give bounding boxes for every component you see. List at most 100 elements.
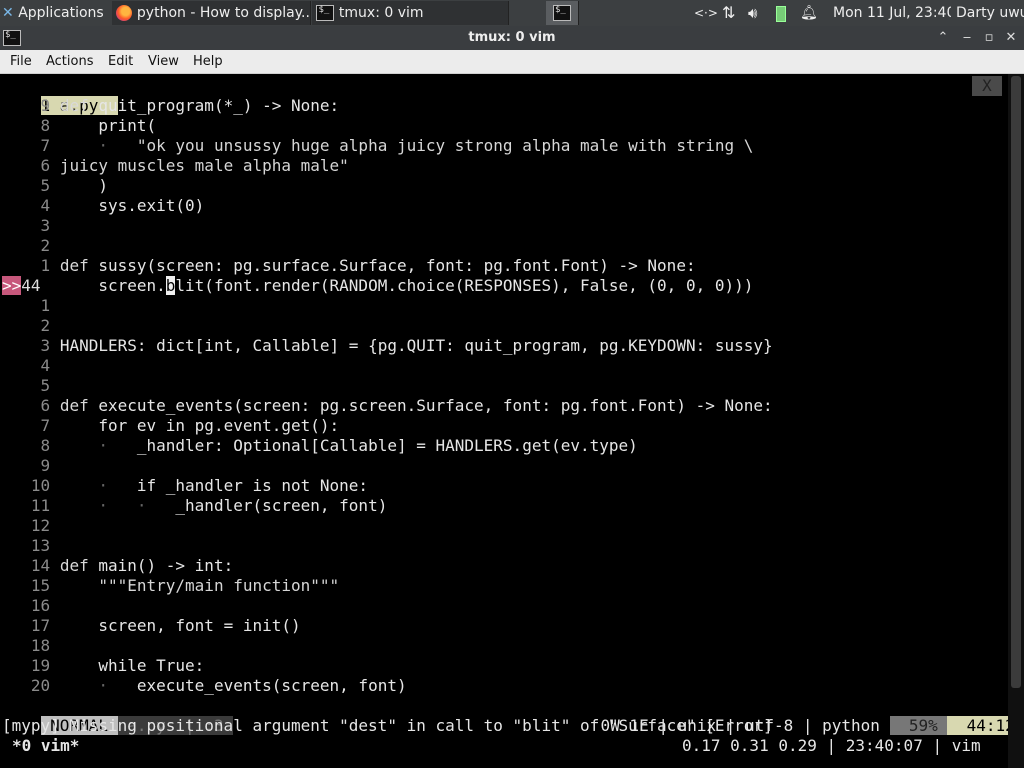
code-line[interactable]: 18 <box>2 636 60 656</box>
code-token: """Entry/main function""" <box>59 576 340 595</box>
terminal-icon <box>316 5 335 21</box>
transfer-arrows-icon[interactable]: ⇅ <box>722 0 744 26</box>
code-token: def <box>59 556 99 575</box>
window-titlebar[interactable]: tmux: 0 vim ⌃ ‒ ▫ ✕ <box>0 26 1024 50</box>
error-sign-icon[interactable]: >> <box>2 276 22 295</box>
tmux-window-tab[interactable]: *0 vim* <box>12 736 79 756</box>
line-number: 6 <box>40 156 51 175</box>
code-line[interactable]: 4 sys.exit(0) <box>2 196 205 216</box>
code-line[interactable]: 12 <box>2 516 60 536</box>
code-line[interactable]: 10 · if _handler is not None: <box>2 476 368 496</box>
code-line[interactable]: 6 juicy muscles male alpha male" <box>2 156 349 176</box>
code-token: print( <box>59 116 157 135</box>
code-line[interactable]: 16 <box>2 596 60 616</box>
vim-message-line: [mypy] Missing positional argument "dest… <box>2 716 773 735</box>
menu-actions[interactable]: Actions <box>46 50 94 73</box>
code-line[interactable]: 6 def execute_events(screen: pg.screen.S… <box>2 396 773 416</box>
code-line[interactable]: 11 · · _handler(screen, font) <box>2 496 387 516</box>
code-token: · <box>59 436 137 455</box>
code-token: lit(font.render(RANDOM.choice(RESPONSES)… <box>175 276 754 295</box>
code-token: s <box>59 276 108 295</box>
line-number: 15 <box>30 576 51 595</box>
code-line[interactable]: 13 <box>2 536 60 556</box>
code-token: · · <box>59 496 176 515</box>
code-line[interactable]: 5 <box>2 376 60 396</box>
line-number: 7 <box>40 416 51 435</box>
code-token: execute_events(screen, font) <box>136 676 407 695</box>
line-number: 20 <box>30 676 51 695</box>
taskbar-button-terminal[interactable]: tmux: 0 vim <box>312 1 509 25</box>
code-line[interactable]: 3 <box>2 216 60 236</box>
code-line[interactable]: 9 def quit_program(*_) -> None: <box>2 96 340 116</box>
menu-edit[interactable]: Edit <box>108 50 133 73</box>
code-line[interactable]: 2 <box>2 316 60 336</box>
code-line[interactable]: 7 · "ok you unsussy huge alpha juicy str… <box>2 136 754 156</box>
status-filetype: python <box>822 716 880 735</box>
code-line[interactable]: 15 """Entry/main function""" <box>2 576 339 596</box>
code-line[interactable]: 20 · execute_events(screen, font) <box>2 676 407 696</box>
code-line[interactable]: 19 while True: <box>2 656 204 676</box>
text-cursor: b <box>165 276 176 295</box>
code-token: _handler: Optional[Callable] = HANDLERS.… <box>136 436 638 455</box>
volume-icon[interactable]: 🔊︎ <box>748 0 770 26</box>
code-line[interactable]: 3 HANDLERS: dict[int, Callable] = {pg.QU… <box>2 336 773 356</box>
minimize-button[interactable]: ‒ <box>956 26 978 50</box>
xfce-logo-icon: ✕ <box>2 5 14 21</box>
menu-file[interactable]: File <box>10 50 32 73</box>
terminal-view[interactable]: 1 a.py X 9 def quit_program(*_) -> None:… <box>0 74 1024 768</box>
taskbar-button-firefox[interactable]: python - How to display... <box>112 1 311 25</box>
code-line[interactable]: 8 print( <box>2 116 157 136</box>
line-number: 10 <box>30 476 51 495</box>
vim-tabline: 1 a.py <box>2 76 1008 115</box>
code-token: sussy(screen: pg.surface.Surface, font: … <box>98 256 696 275</box>
code-line[interactable]: 14 def main() -> int: <box>2 556 233 576</box>
line-number: 11 <box>30 496 51 515</box>
line-number: 16 <box>30 596 51 615</box>
line-number: 8 <box>40 116 51 135</box>
applications-menu[interactable]: ✕ Applications <box>2 0 112 26</box>
code-line[interactable]: 5 ) <box>2 176 108 196</box>
code-token: if _handler is not None: <box>136 476 369 495</box>
code-token: · <box>59 476 137 495</box>
code-line[interactable]: 1 def sussy(screen: pg.surface.Surface, … <box>2 256 696 276</box>
code-token: HANDLERS: dict[int, Callable] = {pg.QUIT… <box>59 336 773 355</box>
workspace-switcher[interactable] <box>546 1 579 25</box>
code-line[interactable]: 17 screen, font = init() <box>2 616 301 636</box>
battery-icon[interactable] <box>776 0 792 26</box>
menu-help[interactable]: Help <box>193 50 223 73</box>
code-line[interactable]: >>44 screen.blit(font.render(RANDOM.choi… <box>2 276 753 296</box>
vim-tab-close-button[interactable]: X <box>972 76 1002 96</box>
taskbar-label-terminal: tmux: 0 vim <box>338 5 424 21</box>
maximize-button[interactable]: ▫ <box>978 26 1000 50</box>
code-token: main() -> int: <box>98 556 234 575</box>
code-line[interactable]: 1 <box>2 296 60 316</box>
code-token: def <box>59 256 99 275</box>
code-token: · <box>59 136 137 155</box>
line-number: 2 <box>40 316 51 335</box>
notifications-bell-icon[interactable]: 🔔︎ <box>800 0 820 26</box>
tmux-status-right: 0.17 0.31 0.29 | 23:40:07 | vim <box>682 736 981 755</box>
line-number: 3 <box>40 216 51 235</box>
user-menu[interactable]: Darty uwu <box>956 0 1024 26</box>
code-token: def <box>59 96 99 115</box>
line-number: 14 <box>30 556 51 575</box>
code-line[interactable]: 9 <box>2 456 60 476</box>
scrollbar-thumb[interactable] <box>1011 76 1021 688</box>
line-number: 4 <box>40 196 51 215</box>
line-number: 17 <box>30 616 51 635</box>
shade-window-button[interactable]: ⌃ <box>932 26 954 50</box>
line-number: 9 <box>40 456 51 475</box>
line-number: 2 <box>40 236 51 255</box>
close-window-button[interactable]: ✕ <box>1000 26 1022 50</box>
window-title: tmux: 0 vim <box>468 30 556 45</box>
menu-view[interactable]: View <box>148 50 179 73</box>
firefox-icon <box>116 5 133 21</box>
panel-clock[interactable]: Mon 11 Jul, 23:40 <box>833 0 951 26</box>
code-line[interactable]: 4 <box>2 356 60 376</box>
code-line[interactable]: 7 for ev in pg.event.get(): <box>2 416 340 436</box>
code-token: "ok you unsussy huge alpha juicy strong … <box>136 136 754 155</box>
terminal-scrollbar[interactable] <box>1008 74 1024 768</box>
network-activity-icon[interactable]: <·> <box>694 0 718 26</box>
code-line[interactable]: 2 <box>2 236 60 256</box>
code-line[interactable]: 8 · _handler: Optional[Callable] = HANDL… <box>2 436 638 456</box>
